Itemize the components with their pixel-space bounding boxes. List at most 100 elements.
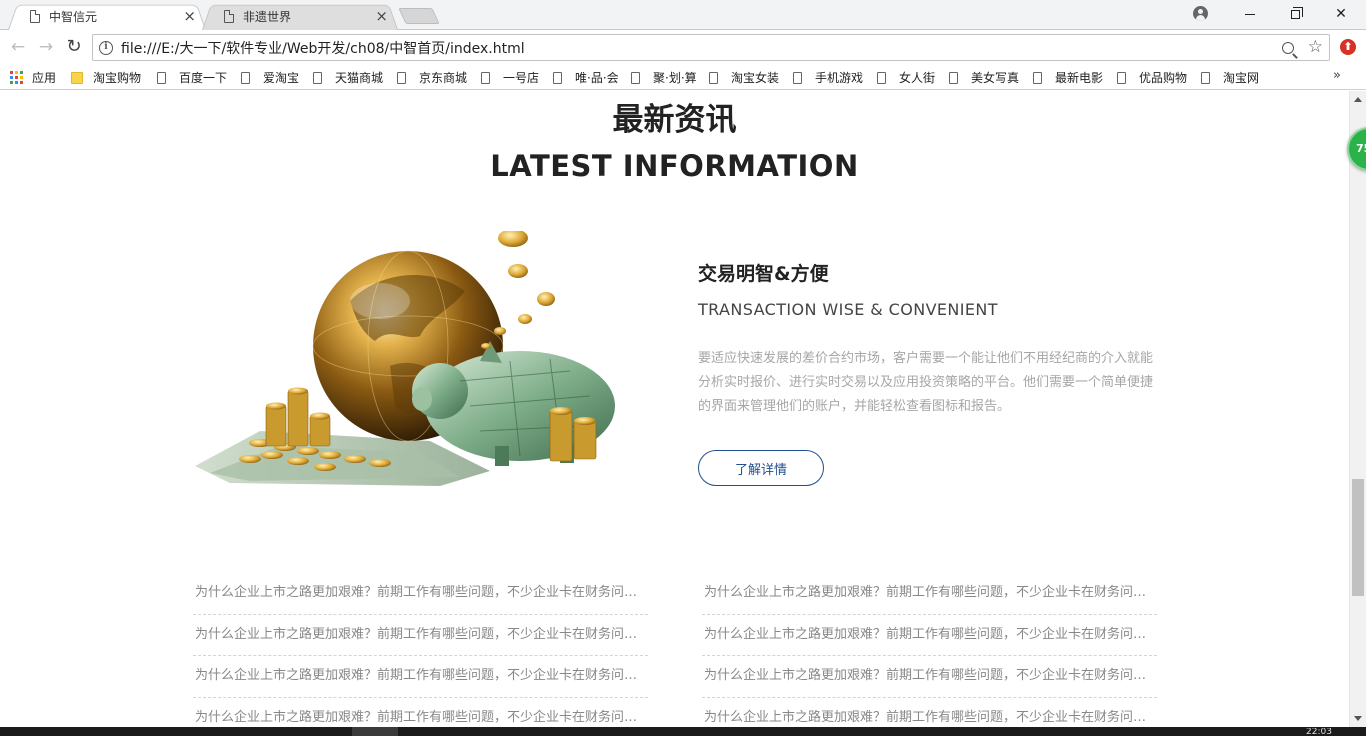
feature-title: 交易明智&方便 [698,263,829,285]
bookmark-item[interactable]: 聚·划·算 [631,69,697,86]
page-icon [1033,71,1042,84]
bookmark-label: 聚·划·算 [653,71,697,85]
section-title-cn: 最新资讯 [612,102,737,138]
profile-icon[interactable] [1193,6,1208,21]
bookmark-label: 淘宝购物 [93,71,142,85]
back-icon[interactable]: ← [8,37,28,57]
reload-icon[interactable]: ↻ [64,37,84,57]
globe-coins-illustration [195,231,615,486]
bookmark-item[interactable]: 百度一下 [157,69,227,86]
page-icon [481,71,490,84]
page-icon [949,71,958,84]
bookmark-label: 优品购物 [1139,71,1188,85]
scroll-thumb[interactable] [1352,479,1364,596]
address-bar[interactable]: i file:///E:/大一下/软件专业/Web开发/ch08/中智首页/in… [92,34,1330,61]
taskbar-active-item[interactable] [352,727,398,736]
bookmark-label: 京东商城 [419,71,468,85]
bookmark-item[interactable]: 美女写真 [949,69,1019,86]
news-list-right: 为什么企业上市之路更加艰难？前期工作有哪些问题，不少企业卡在财务问题上... 为… [702,573,1157,727]
apps-grid-icon [10,71,23,84]
restore-icon [1290,6,1303,19]
news-item[interactable]: 为什么企业上市之路更加艰难？前期工作有哪些问题，不少企业卡在财务问题上... [193,656,648,698]
page-icon [553,71,562,84]
bookmark-label: 淘宝女装 [731,71,780,85]
scroll-down-icon[interactable] [1354,716,1362,721]
bookmark-apps[interactable]: 应用 [10,69,56,86]
bookmark-label: 应用 [32,71,57,85]
bookmark-label: 美女写真 [971,71,1020,85]
page-icon [313,71,322,84]
bookmark-label: 女人街 [899,71,936,85]
page-scrollbar[interactable] [1349,91,1366,727]
tab-strip: 中智信元 × 非遗世界 × ✕ [0,0,1366,30]
taskbar [0,727,1366,736]
minimize-button[interactable] [1227,0,1273,28]
forward-icon[interactable]: → [36,37,56,57]
page-icon [1117,71,1126,84]
tab-close-icon[interactable]: × [183,8,196,24]
news-item[interactable]: 为什么企业上市之路更加艰难？前期工作有哪些问题，不少企业卡在财务问题上... [193,573,648,615]
taskbar-clock: 22:03 [1306,728,1332,736]
browser-toolbar: ← → ↻ i file:///E:/大一下/软件专业/Web开发/ch08/中… [0,31,1366,64]
bookmark-label: 爱淘宝 [263,71,300,85]
tab-title: 非遗世界 [243,9,292,24]
news-item[interactable]: 为什么企业上市之路更加艰难？前期工作有哪些问题，不少企业卡在财务问题上... [702,656,1157,698]
bookmark-item[interactable]: 女人街 [877,69,935,86]
page-icon [157,71,166,84]
bookmark-item[interactable]: 京东商城 [397,69,467,86]
bookmark-folder[interactable]: 淘宝购物 [71,69,141,86]
news-list-left: 为什么企业上市之路更加艰难？前期工作有哪些问题，不少企业卡在财务问题上... 为… [193,573,648,727]
page-icon [877,71,886,84]
page-icon [397,71,406,84]
page-icon [793,71,802,84]
tab-close-icon[interactable]: × [375,8,388,24]
bookmark-item[interactable]: 淘宝网 [1201,69,1259,86]
tab-inactive[interactable]: 非遗世界 × [202,2,398,30]
news-item[interactable]: 为什么企业上市之路更加艰难？前期工作有哪些问题，不少企业卡在财务问题上... [193,615,648,656]
page-icon [709,71,718,84]
bookmark-label: 百度一下 [179,71,228,85]
learn-more-button[interactable]: 了解详情 [698,450,824,486]
bookmark-item[interactable]: 最新电影 [1033,69,1103,86]
bookmarks-overflow-icon[interactable]: » [1333,68,1341,83]
news-item[interactable]: 为什么企业上市之路更加艰难？前期工作有哪些问题，不少企业卡在财务问题上... [193,698,648,728]
extension-icon[interactable]: ⬆ [1340,39,1356,55]
minimize-icon [1245,13,1255,15]
bookmarks-bar: 应用 淘宝购物 百度一下 爱淘宝 天猫商城 京东商城 一号店 唯·品·会 聚·划… [0,64,1366,90]
feature-subtitle: TRANSACTION WISE & CONVENIENT [698,300,998,319]
bookmark-item[interactable]: 手机游戏 [793,69,863,86]
bookmark-item[interactable]: 唯·品·会 [553,69,619,86]
new-tab-button[interactable] [398,8,440,24]
bookmark-item[interactable]: 天猫商城 [313,69,383,86]
news-item[interactable]: 为什么企业上市之路更加艰难？前期工作有哪些问题，不少企业卡在财务问题上... [702,698,1157,728]
news-item[interactable]: 为什么企业上市之路更加艰难？前期工作有哪些问题，不少企业卡在财务问题上... [702,573,1157,615]
bookmark-item[interactable]: 爱淘宝 [241,69,299,86]
star-icon[interactable]: ☆ [1308,39,1323,56]
bookmark-item[interactable]: 优品购物 [1117,69,1187,86]
window-close-button[interactable]: ✕ [1318,0,1364,28]
tab-title: 中智信元 [49,9,98,24]
bookmark-label: 唯·品·会 [575,71,619,85]
page-icon [241,71,250,84]
bookmark-label: 最新电影 [1055,71,1104,85]
page-icon [224,9,234,23]
section-title-en: LATEST INFORMATION [490,149,859,183]
folder-icon [71,71,83,84]
zoom-icon[interactable] [1281,41,1294,54]
scroll-up-icon[interactable] [1354,97,1362,102]
news-item[interactable]: 为什么企业上市之路更加艰难？前期工作有哪些问题，不少企业卡在财务问题上... [702,615,1157,656]
page-viewport: 最新资讯 LATEST INFORMATION 交易明智&方便 TRANSACT… [0,91,1349,727]
bookmark-label: 淘宝网 [1223,71,1260,85]
bookmark-item[interactable]: 淘宝女装 [709,69,779,86]
page-icon [30,9,40,23]
restore-button[interactable] [1272,0,1318,28]
page-icon [1201,71,1210,84]
info-icon[interactable]: i [99,40,113,55]
bookmark-label: 天猫商城 [335,71,384,85]
bookmark-label: 一号店 [503,71,540,85]
close-icon: ✕ [1335,6,1347,22]
bookmark-item[interactable]: 一号店 [481,69,539,86]
url-text[interactable]: file:///E:/大一下/软件专业/Web开发/ch08/中智首页/inde… [121,38,1282,58]
page-icon [631,71,640,84]
tab-active[interactable]: 中智信元 × [8,2,206,30]
